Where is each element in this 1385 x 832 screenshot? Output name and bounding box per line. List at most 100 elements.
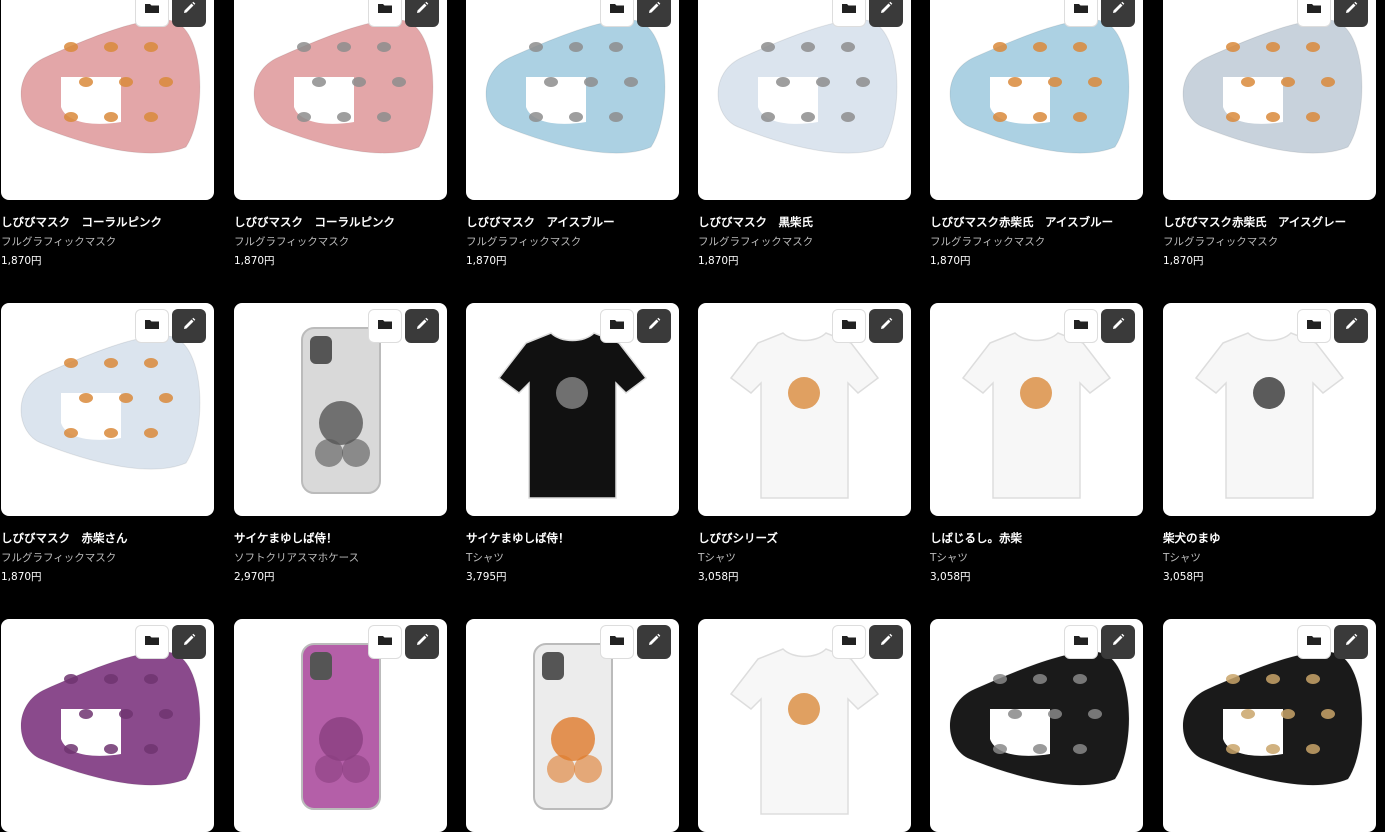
product-thumbnail[interactable] <box>466 303 679 516</box>
product-thumbnail[interactable] <box>466 0 679 200</box>
product-title[interactable]: しびびマスク赤柴氏 アイスグレー <box>1163 214 1346 230</box>
product-title[interactable]: しびびマスク 黒柴氏 <box>698 214 813 230</box>
product-thumbnail[interactable] <box>698 619 911 832</box>
product-type: Tシャツ <box>698 552 736 564</box>
product-title[interactable]: しばじるし。赤柴 <box>930 530 1022 546</box>
folder-button[interactable] <box>1297 0 1331 27</box>
folder-button[interactable] <box>368 625 402 659</box>
folder-button[interactable] <box>135 625 169 659</box>
edit-button[interactable] <box>637 309 671 343</box>
folder-button[interactable] <box>368 0 402 27</box>
pencil-icon <box>1343 0 1359 20</box>
folder-icon <box>1073 316 1089 336</box>
product-thumbnail[interactable] <box>1163 0 1376 200</box>
edit-button[interactable] <box>637 625 671 659</box>
product-title[interactable]: しびびマスク コーラルピンク <box>1 214 162 230</box>
product-title[interactable]: 柴犬のまゆ <box>1163 530 1221 546</box>
folder-icon <box>609 316 625 336</box>
folder-icon <box>144 316 160 336</box>
product-thumbnail[interactable] <box>1 619 214 832</box>
edit-button[interactable] <box>869 0 903 27</box>
pencil-icon <box>878 0 894 20</box>
edit-button[interactable] <box>1334 0 1368 27</box>
product-price: 2,970円 <box>234 571 275 583</box>
product-price: 1,870円 <box>1 255 42 267</box>
folder-button[interactable] <box>1297 309 1331 343</box>
folder-icon <box>377 632 393 652</box>
folder-button[interactable] <box>1064 625 1098 659</box>
pencil-icon <box>646 632 662 652</box>
product-image <box>20 19 201 154</box>
folder-icon <box>144 632 160 652</box>
folder-button[interactable] <box>600 309 634 343</box>
product-title[interactable]: しびびマスク アイスブルー <box>466 214 615 230</box>
product-thumbnail[interactable] <box>1163 619 1376 832</box>
edit-button[interactable] <box>405 309 439 343</box>
folder-button[interactable] <box>1297 625 1331 659</box>
product-price: 3,058円 <box>930 571 971 583</box>
folder-button[interactable] <box>600 0 634 27</box>
edit-button[interactable] <box>1334 625 1368 659</box>
folder-button[interactable] <box>368 309 402 343</box>
product-thumbnail[interactable] <box>1 303 214 516</box>
product-image <box>1182 19 1363 154</box>
folder-icon <box>841 632 857 652</box>
folder-icon <box>377 316 393 336</box>
edit-button[interactable] <box>172 0 206 27</box>
folder-icon <box>1306 632 1322 652</box>
pencil-icon <box>1110 632 1126 652</box>
folder-button[interactable] <box>1064 309 1098 343</box>
folder-button[interactable] <box>600 625 634 659</box>
product-thumbnail[interactable] <box>1163 303 1376 516</box>
product-title[interactable]: しびびマスク 赤柴さん <box>1 530 128 546</box>
product-title[interactable]: しびびマスク赤柴氏 アイスブルー <box>930 214 1113 230</box>
folder-button[interactable] <box>135 0 169 27</box>
product-title[interactable]: しびびシリーズ <box>698 530 778 546</box>
product-thumbnail[interactable] <box>930 0 1143 200</box>
product-thumbnail[interactable] <box>698 303 911 516</box>
product-thumbnail[interactable] <box>1 0 214 200</box>
folder-button[interactable] <box>832 309 866 343</box>
product-title[interactable]: サイケまゆしば侍！ <box>466 530 570 546</box>
edit-button[interactable] <box>172 625 206 659</box>
edit-button[interactable] <box>405 625 439 659</box>
product-type: フルグラフィックマスク <box>1 236 117 248</box>
folder-button[interactable] <box>832 0 866 27</box>
pencil-icon <box>646 316 662 336</box>
product-type: Tシャツ <box>1163 552 1201 564</box>
edit-button[interactable] <box>1334 309 1368 343</box>
folder-icon <box>1306 316 1322 336</box>
product-thumbnail[interactable] <box>466 619 679 832</box>
edit-button[interactable] <box>869 309 903 343</box>
product-price: 3,795円 <box>466 571 507 583</box>
pencil-icon <box>878 632 894 652</box>
product-price: 1,870円 <box>1163 255 1204 267</box>
folder-button[interactable] <box>1064 0 1098 27</box>
pencil-icon <box>1110 0 1126 20</box>
folder-button[interactable] <box>832 625 866 659</box>
pencil-icon <box>181 316 197 336</box>
product-image <box>717 19 898 154</box>
edit-button[interactable] <box>1101 625 1135 659</box>
product-thumbnail[interactable] <box>930 303 1143 516</box>
product-thumbnail[interactable] <box>698 0 911 200</box>
product-type: フルグラフィックマスク <box>930 236 1046 248</box>
product-title[interactable]: しびびマスク コーラルピンク <box>234 214 395 230</box>
edit-button[interactable] <box>1101 0 1135 27</box>
edit-button[interactable] <box>637 0 671 27</box>
edit-button[interactable] <box>1101 309 1135 343</box>
product-thumbnail[interactable] <box>234 0 447 200</box>
edit-button[interactable] <box>405 0 439 27</box>
product-thumbnail[interactable] <box>234 303 447 516</box>
product-price: 1,870円 <box>698 255 739 267</box>
folder-icon <box>1073 632 1089 652</box>
folder-button[interactable] <box>135 309 169 343</box>
product-thumbnail[interactable] <box>234 619 447 832</box>
product-title[interactable]: サイケまゆしば侍！ <box>234 530 338 546</box>
product-type: Tシャツ <box>466 552 504 564</box>
product-price: 1,870円 <box>234 255 275 267</box>
edit-button[interactable] <box>172 309 206 343</box>
edit-button[interactable] <box>869 625 903 659</box>
product-thumbnail[interactable] <box>930 619 1143 832</box>
product-image <box>485 19 666 154</box>
